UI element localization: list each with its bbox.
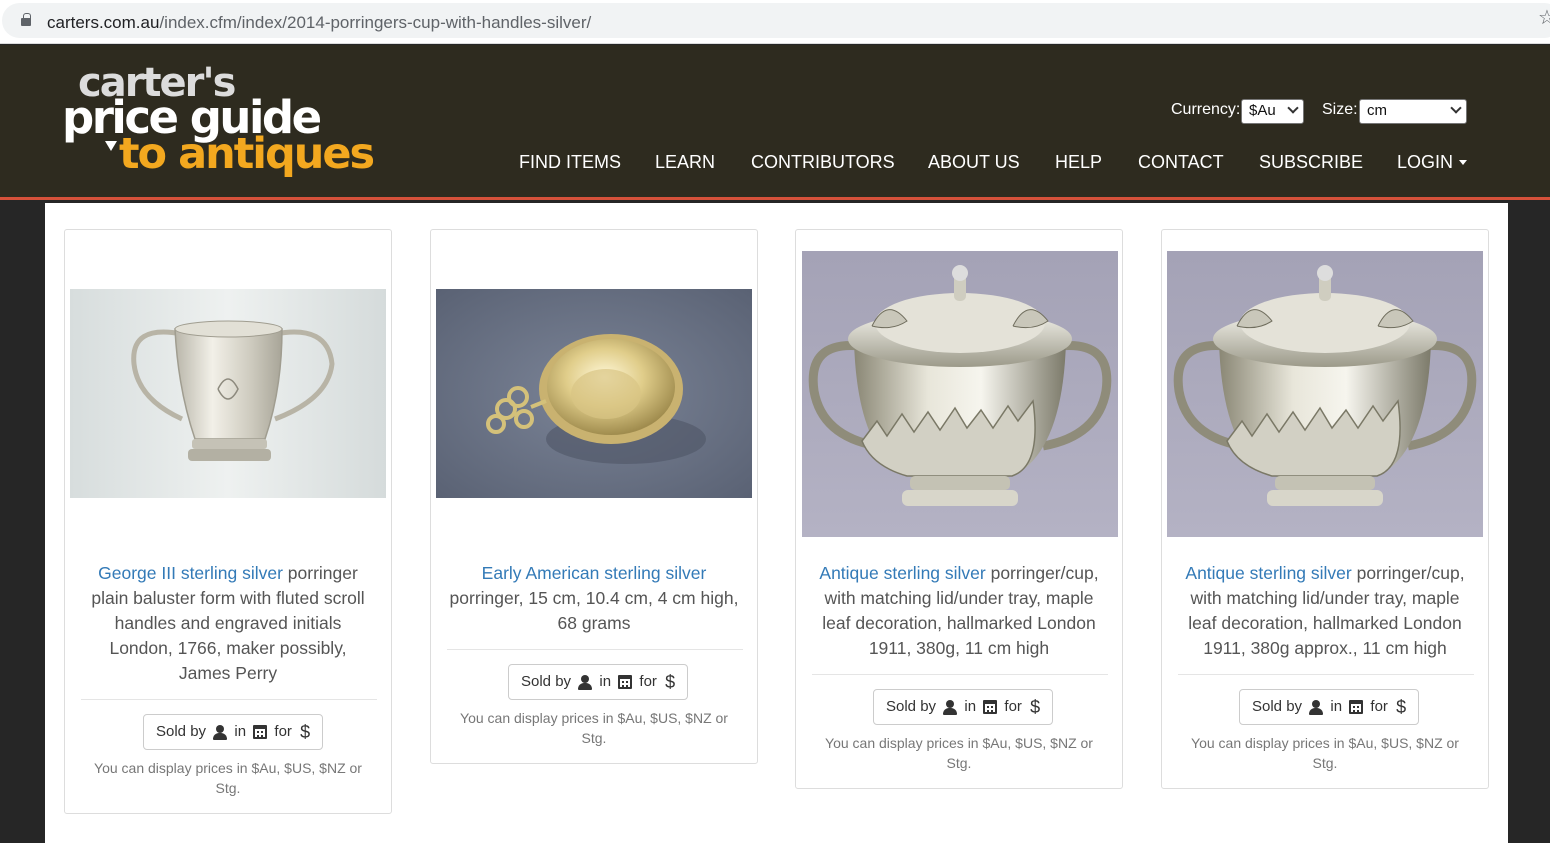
- user-icon: [943, 699, 958, 715]
- item-title-link[interactable]: Early American sterling silver: [482, 563, 707, 583]
- dollar-icon: $: [665, 672, 676, 693]
- lock-icon[interactable]: [21, 13, 31, 26]
- item-title-link[interactable]: George III sterling silver: [98, 563, 283, 583]
- item-photo-lidded-cup[interactable]: [1167, 251, 1483, 537]
- card-divider: [812, 674, 1108, 675]
- calendar-icon: [253, 725, 268, 740]
- nav-help[interactable]: HELP: [1055, 152, 1102, 173]
- item-photo-lidded-cup[interactable]: [802, 251, 1118, 537]
- logo-arrow-icon: [105, 141, 117, 151]
- item-card: George III sterling silver porringer pla…: [64, 229, 392, 814]
- currency-note: You can display prices in $Au, $US, $NZ …: [1191, 735, 1459, 771]
- nav-subscribe[interactable]: SUBSCRIBE: [1259, 152, 1363, 173]
- sold-by-button[interactable]: Sold by in for $: [1239, 689, 1420, 725]
- item-description: Antique sterling silver porringer/cup, w…: [1162, 561, 1488, 661]
- url-domain: carters.com.au: [47, 13, 160, 32]
- card-divider: [81, 699, 377, 700]
- item-card: Early American sterling silver porringer…: [430, 229, 758, 764]
- currency-label: Currency:: [1171, 101, 1241, 118]
- dollar-icon: $: [300, 722, 311, 743]
- item-description: Antique sterling silver porringer/cup, w…: [796, 561, 1122, 661]
- sold-by-label: Sold by: [156, 723, 207, 740]
- card-divider: [1178, 674, 1474, 675]
- item-photo-cup[interactable]: [70, 289, 386, 498]
- item-card: Antique sterling silver porringer/cup, w…: [1161, 229, 1489, 789]
- currency-note: You can display prices in $Au, $US, $NZ …: [460, 710, 728, 746]
- for-label: for: [1370, 698, 1388, 715]
- in-label: in: [964, 698, 977, 715]
- sold-by-button[interactable]: Sold by in for $: [143, 714, 324, 750]
- currency-note: You can display prices in $Au, $US, $NZ …: [825, 735, 1093, 771]
- item-title-link[interactable]: Antique sterling silver: [819, 563, 985, 583]
- caret-down-icon: [1459, 159, 1468, 165]
- currency-select[interactable]: $Au: [1241, 99, 1304, 124]
- sold-by-label: Sold by: [886, 698, 937, 715]
- item-title-link[interactable]: Antique sterling silver: [1185, 563, 1351, 583]
- star-icon[interactable]: ☆: [1538, 8, 1550, 28]
- chevron-down-icon: [1287, 102, 1299, 114]
- browser-address-bar: carters.com.au/index.cfm/index/2014-porr…: [0, 0, 1550, 44]
- size-value: cm: [1367, 102, 1387, 119]
- logo-line-to-antiques: to antiques: [119, 129, 375, 179]
- sold-by-button[interactable]: Sold by in for $: [873, 689, 1054, 725]
- for-label: for: [1004, 698, 1022, 715]
- calendar-icon: [983, 700, 998, 715]
- nav-about-us[interactable]: ABOUT US: [928, 152, 1020, 173]
- in-label: in: [599, 673, 612, 690]
- chevron-down-icon: [1450, 102, 1462, 114]
- nav-learn[interactable]: LEARN: [655, 152, 715, 173]
- sold-by-label: Sold by: [1252, 698, 1303, 715]
- in-label: in: [1330, 698, 1343, 715]
- item-description: George III sterling silver porringer pla…: [65, 561, 391, 686]
- calendar-icon: [1349, 700, 1364, 715]
- card-divider: [447, 649, 743, 650]
- nav-login[interactable]: LOGIN: [1397, 152, 1468, 173]
- for-label: for: [274, 723, 292, 740]
- url-text[interactable]: carters.com.au/index.cfm/index/2014-porr…: [47, 13, 591, 33]
- item-description-text: porringer, 15 cm, 10.4 cm, 4 cm high, 68…: [449, 588, 739, 633]
- site-logo[interactable]: carter's price guide to antiques: [62, 63, 375, 181]
- sold-by-button[interactable]: Sold by in for $: [508, 664, 689, 700]
- nav-find-items[interactable]: FIND ITEMS: [519, 152, 621, 173]
- item-description: Early American sterling silver porringer…: [431, 561, 757, 636]
- currency-note: You can display prices in $Au, $US, $NZ …: [94, 760, 362, 796]
- size-select[interactable]: cm: [1359, 99, 1467, 124]
- nav-login-label: LOGIN: [1397, 152, 1454, 172]
- currency-value: $Au: [1249, 102, 1276, 119]
- sold-by-label: Sold by: [521, 673, 572, 690]
- for-label: for: [639, 673, 657, 690]
- size-label: Size:: [1322, 101, 1358, 118]
- in-label: in: [234, 723, 247, 740]
- nav-contact[interactable]: CONTACT: [1138, 152, 1224, 173]
- dollar-icon: $: [1396, 697, 1407, 718]
- url-path: /index.cfm/index/2014-porringers-cup-wit…: [159, 13, 592, 32]
- user-icon: [1309, 699, 1324, 715]
- site-header: carter's price guide to antiques Currenc…: [0, 45, 1550, 200]
- nav-contributors[interactable]: CONTRIBUTORS: [751, 152, 895, 173]
- user-icon: [213, 724, 228, 740]
- item-photo-porringer[interactable]: [436, 289, 752, 498]
- calendar-icon: [618, 675, 633, 690]
- dollar-icon: $: [1030, 697, 1041, 718]
- url-field[interactable]: carters.com.au/index.cfm/index/2014-porr…: [2, 3, 1550, 38]
- user-icon: [578, 674, 593, 690]
- item-card: Antique sterling silver porringer/cup, w…: [795, 229, 1123, 789]
